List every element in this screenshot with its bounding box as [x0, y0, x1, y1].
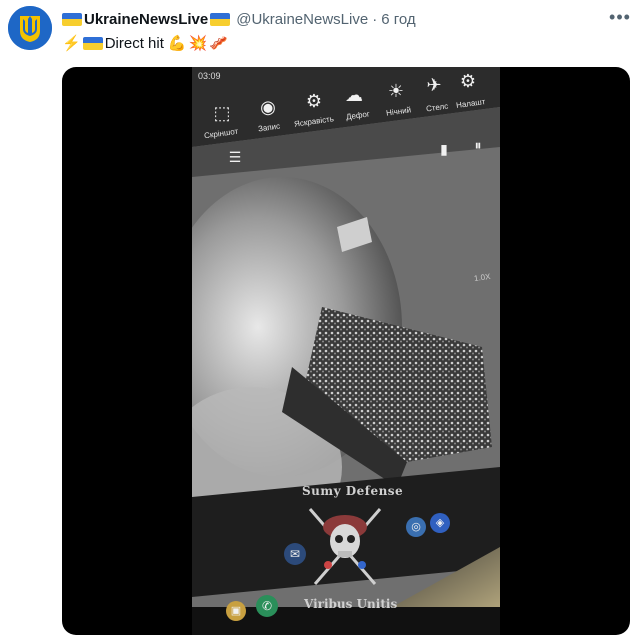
- avatar[interactable]: [8, 6, 52, 50]
- stabilize-icon[interactable]: ▮: [432, 137, 456, 161]
- brightness-icon[interactable]: ⚙: [302, 89, 326, 113]
- watermark-bottom: Viribus Unitis: [304, 597, 398, 611]
- author-handle[interactable]: @UkraineNewsLive: [236, 11, 368, 28]
- tweet-text: ⚡ Direct hit 💪 💥 🥓: [62, 32, 230, 54]
- settings-icon[interactable]: ⚙: [456, 69, 480, 93]
- app-icon: ▣: [226, 601, 246, 621]
- more-horizontal-icon[interactable]: •••: [606, 6, 634, 30]
- menu-icon[interactable]: ☰: [220, 145, 250, 169]
- video-player[interactable]: 03:09 ⬚ Скріншот ◉ Запис ⚙ Яскравість ☁ …: [62, 67, 630, 635]
- stealth-icon[interactable]: ✈: [422, 73, 446, 97]
- collision-emoji: 💥: [188, 35, 208, 52]
- tweet-body: Direct hit: [104, 34, 164, 52]
- bacon-emoji: 🥓: [209, 35, 228, 52]
- video-clock: 03:09: [198, 71, 221, 81]
- pause-icon[interactable]: ⏸: [466, 133, 490, 157]
- separator-dot: ·: [372, 10, 378, 28]
- ukraine-flag-icon: [82, 36, 103, 50]
- messages-app-icon: ✉: [284, 543, 306, 565]
- record-icon[interactable]: ◉: [256, 95, 280, 119]
- skull-emblem-icon: [308, 508, 382, 585]
- flexed-biceps-emoji: 💪: [167, 35, 187, 52]
- ukraine-trident-icon: [8, 6, 52, 50]
- author-display-name[interactable]: UkraineNewsLive: [84, 11, 208, 28]
- app-icon-2: ◈: [430, 513, 450, 533]
- lightning-emoji: ⚡: [62, 35, 81, 52]
- phone-app-icon: ✆: [256, 595, 278, 617]
- watermark-top: Sumy Defense: [302, 484, 404, 498]
- night-mode-icon[interactable]: ☀: [384, 79, 408, 103]
- screenshot-icon[interactable]: ⬚: [210, 101, 234, 125]
- defog-icon[interactable]: ☁: [342, 83, 366, 107]
- tweet-header: UkraineNewsLive @UkraineNewsLive · 6 год: [62, 9, 416, 29]
- ukraine-flag-icon: [62, 12, 82, 26]
- browser-app-icon: ◎: [406, 517, 426, 537]
- tweet: UkraineNewsLive @UkraineNewsLive · 6 год…: [0, 0, 639, 644]
- ukraine-flag-icon: [210, 12, 231, 26]
- video-frame: 03:09 ⬚ Скріншот ◉ Запис ⚙ Яскравість ☁ …: [192, 67, 500, 635]
- tweet-timestamp[interactable]: 6 год: [381, 11, 415, 28]
